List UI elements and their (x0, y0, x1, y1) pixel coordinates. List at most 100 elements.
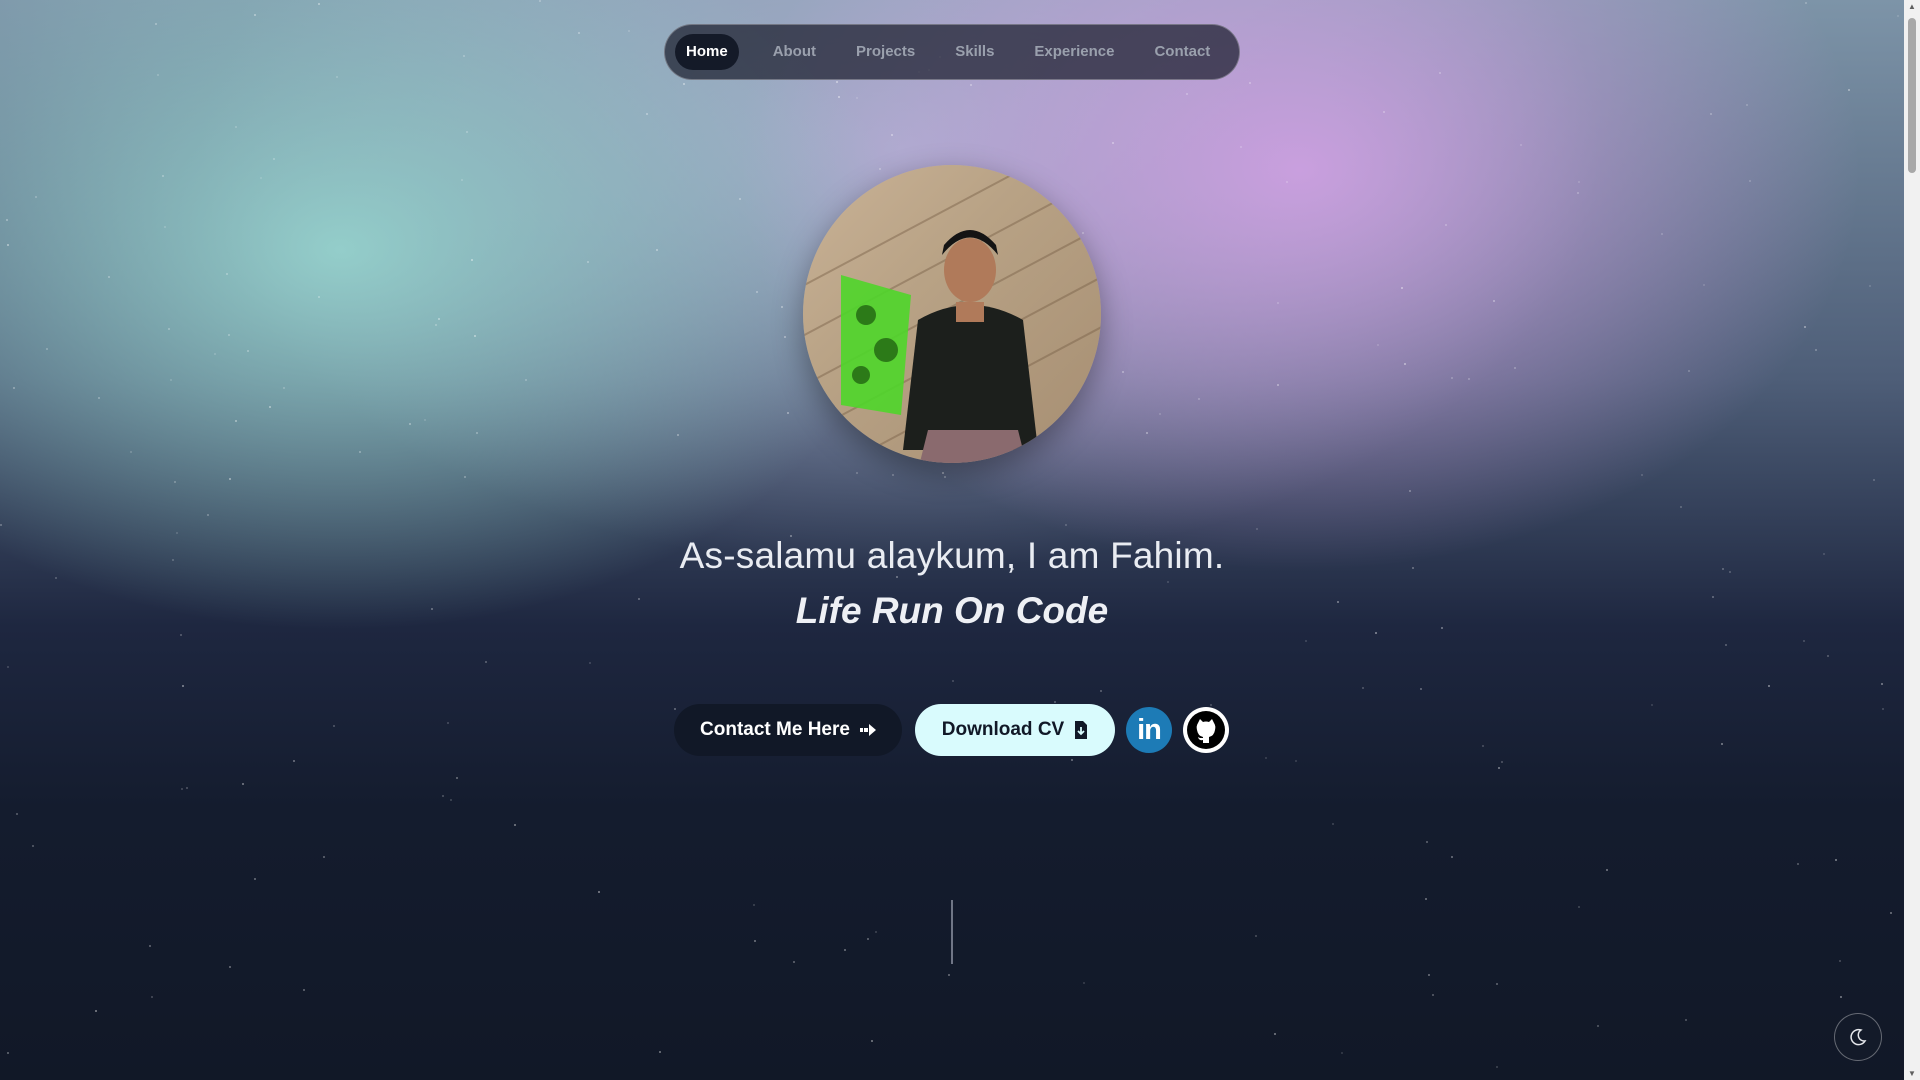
download-cv-button[interactable]: Download CV (915, 704, 1115, 756)
nav-home[interactable]: Home (675, 34, 739, 70)
star (95, 1009, 98, 1012)
star (1100, 689, 1103, 692)
star (1377, 343, 1380, 346)
star (235, 419, 238, 422)
star (1880, 682, 1883, 685)
star (1482, 745, 1485, 748)
star (1498, 766, 1501, 769)
star (1276, 301, 1279, 304)
star (1408, 490, 1411, 493)
star (282, 387, 285, 390)
star (228, 966, 231, 969)
contact-me-button[interactable]: Contact Me Here (674, 704, 902, 756)
star (597, 890, 600, 893)
scrollbar-thumb[interactable] (1908, 18, 1916, 173)
star (1890, 911, 1893, 914)
star (1702, 284, 1705, 287)
nav-contact[interactable]: Contact (1136, 34, 1228, 70)
star (6, 244, 9, 247)
scroll-down-arrow[interactable]: ▼ (1908, 1069, 1916, 1078)
star (1468, 378, 1471, 381)
star (1432, 993, 1435, 996)
star (879, 168, 882, 171)
page-scrollbar[interactable]: ▲ ▼ (1904, 0, 1920, 1080)
star (1493, 299, 1496, 302)
star (1400, 286, 1403, 289)
star (1687, 370, 1690, 373)
star (182, 684, 185, 687)
arrow-right-icon (859, 723, 876, 737)
star (952, 680, 955, 683)
github-logo (1187, 711, 1225, 749)
star (1286, 181, 1289, 184)
star (7, 1051, 10, 1054)
star (31, 845, 34, 848)
github-icon[interactable] (1183, 707, 1229, 753)
star (98, 396, 101, 399)
star (259, 176, 262, 179)
hero-tagline: Life Run On Code (795, 590, 1109, 631)
star (1450, 855, 1453, 858)
scroll-up-arrow[interactable]: ▲ (1908, 2, 1916, 11)
star (756, 291, 759, 294)
star (1496, 1065, 1499, 1068)
star (161, 175, 164, 178)
star (1839, 996, 1842, 999)
star (838, 96, 841, 99)
star (1121, 370, 1124, 373)
star (1276, 384, 1279, 387)
star (173, 480, 176, 483)
star (1254, 934, 1257, 937)
star (157, 73, 160, 76)
star (874, 930, 877, 933)
star (1145, 431, 1148, 434)
star (55, 577, 58, 580)
star (1814, 349, 1817, 352)
star (163, 226, 166, 229)
star (1383, 110, 1386, 113)
star (214, 352, 217, 355)
star (645, 112, 648, 115)
star (181, 787, 184, 790)
star (1255, 528, 1258, 531)
star (870, 1039, 873, 1042)
star (1362, 687, 1365, 690)
star (1605, 868, 1608, 871)
star (7, 666, 10, 669)
star (0, 523, 3, 526)
star (1426, 841, 1429, 844)
star (677, 434, 680, 437)
nav-skills[interactable]: Skills (937, 34, 1012, 70)
star (229, 477, 232, 480)
nav-experience[interactable]: Experience (1016, 34, 1132, 70)
star (424, 419, 427, 422)
star (1746, 103, 1749, 106)
star (446, 722, 449, 725)
theme-toggle-button[interactable] (1834, 1013, 1882, 1061)
star (539, 0, 542, 3)
star (836, 81, 839, 84)
star (227, 333, 230, 336)
star (866, 937, 869, 940)
star (1420, 688, 1423, 691)
star (317, 3, 320, 6)
star (1185, 92, 1188, 95)
star (1827, 654, 1830, 657)
star (241, 783, 244, 786)
star (1210, 703, 1213, 706)
star (226, 272, 229, 275)
star (1159, 413, 1162, 416)
star (476, 432, 479, 435)
star (1444, 224, 1447, 227)
star (442, 795, 445, 798)
linkedin-icon[interactable]: in (1126, 707, 1172, 753)
nav-projects[interactable]: Projects (838, 34, 933, 70)
star (359, 450, 362, 453)
star (588, 661, 591, 664)
star (1083, 982, 1086, 985)
star (1847, 89, 1850, 92)
nav-about[interactable]: About (755, 34, 834, 70)
star (891, 134, 894, 137)
star (682, 82, 685, 85)
contact-button-label: Contact Me Here (700, 719, 850, 740)
